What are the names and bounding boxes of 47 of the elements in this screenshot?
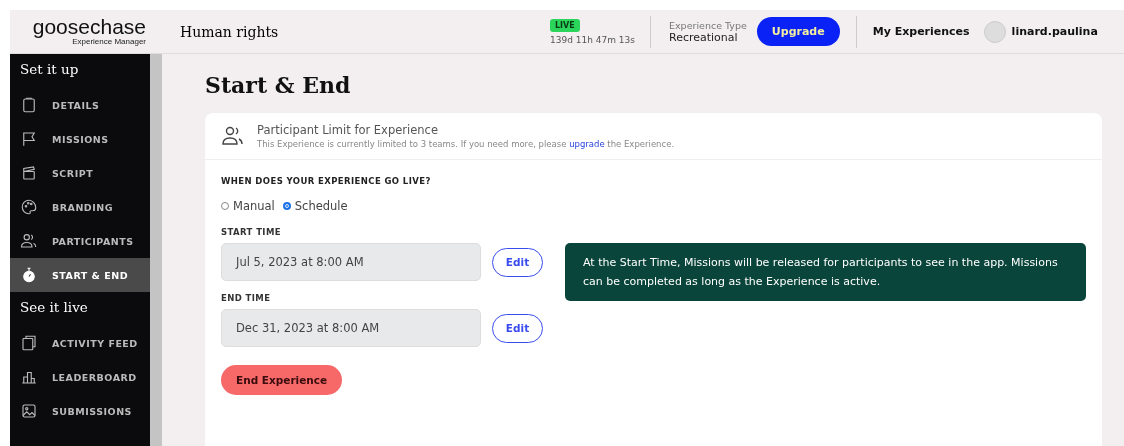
page-title: Start & End — [205, 72, 352, 98]
notice-text: This Experience is currently limited to 3 teams. If you need more, please upgrade the Experience. — [257, 139, 675, 149]
logo-text[interactable]: goosechase — [32, 17, 146, 37]
flag-icon — [20, 130, 38, 148]
sidebar-heading: Set it up — [19, 60, 80, 79]
sidebar-item[interactable]: MISSIONS — [10, 122, 150, 156]
logo-subtitle: Experience Manager — [72, 37, 146, 46]
date-field[interactable]: Dec 31, 2023 at 8:00 AM — [221, 309, 481, 347]
clapperboard-icon — [20, 164, 38, 182]
username[interactable]: linard.paulina — [1011, 25, 1098, 38]
sidebar-item[interactable]: SCRIPT — [10, 156, 150, 190]
sidebar-heading: See it live — [19, 298, 89, 317]
countdown: 139d 11h 47m 13s — [550, 34, 635, 45]
people-icon — [221, 124, 245, 148]
stopwatch-icon — [20, 266, 38, 284]
edit-button[interactable]: Edit — [492, 247, 543, 277]
field-label: END TIME — [221, 293, 272, 303]
section-label: WHEN DOES YOUR EXPERIENCE GO LIVE? — [221, 176, 431, 186]
people-icon — [20, 232, 38, 250]
notice-title: Participant Limit for Experience — [257, 123, 439, 137]
end-experience-button[interactable]: End Experience — [221, 365, 343, 395]
edit-button[interactable]: Edit — [492, 313, 543, 343]
scrollbar[interactable] — [150, 54, 162, 446]
radio-option[interactable]: Manual — [221, 199, 275, 213]
avatar-icon[interactable] — [983, 20, 1006, 43]
stacked-cards-icon — [20, 334, 38, 352]
date-field[interactable]: Jul 5, 2023 at 8:00 AM — [221, 243, 481, 281]
experience-type-value: Recreational — [669, 30, 738, 44]
palette-icon — [20, 198, 38, 216]
experience-name: Human rights — [180, 23, 280, 40]
experience-type-label: Experience Type — [669, 19, 747, 31]
clipboard-icon — [20, 96, 38, 114]
my-experiences-link[interactable]: My Experiences — [872, 25, 970, 38]
sidebar-item[interactable]: PARTICIPANTS — [10, 224, 150, 258]
status-badge: LIVE — [550, 18, 580, 32]
sidebar-item[interactable]: START & END — [10, 258, 150, 292]
upgrade-button[interactable]: Upgrade — [756, 17, 840, 46]
sidebar-item[interactable]: LEADERBOARD — [10, 360, 150, 394]
sidebar-item[interactable]: DETAILS — [10, 88, 150, 122]
sidebar-item[interactable]: ACTIVITY FEED — [10, 326, 150, 360]
upgrade-link[interactable]: upgrade — [569, 139, 605, 149]
radio-option[interactable]: Schedule — [282, 199, 348, 213]
sidebar-item[interactable]: BRANDING — [10, 190, 150, 224]
info-banner: At the Start Time, Missions will be released for participants to see in the app. Missions can be completed as long as the Experience is active. — [565, 243, 1086, 301]
field-label: START TIME — [221, 227, 282, 237]
image-icon — [20, 402, 38, 420]
sidebar-item[interactable]: SUBMISSIONS — [10, 394, 150, 428]
